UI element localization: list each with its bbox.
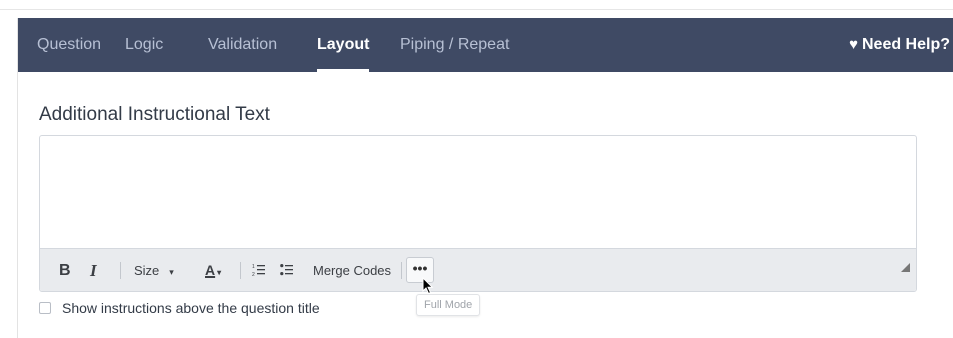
question-editor-panel: Question Logic Validation Layout Piping … xyxy=(17,18,953,338)
show-instructions-label[interactable]: Show instructions above the question tit… xyxy=(62,300,320,316)
editor-toolbar: B I Size ▾ A ▾ 1 2 Merge Codes ••• xyxy=(40,248,916,291)
mouse-pointer-icon xyxy=(422,277,434,295)
font-size-label: Size xyxy=(134,263,160,278)
svg-text:1: 1 xyxy=(252,264,255,270)
unordered-list-glyph xyxy=(280,264,293,276)
toolbar-separator xyxy=(240,262,241,279)
tab-question[interactable]: Question xyxy=(37,18,101,72)
tab-piping-repeat[interactable]: Piping / Repeat xyxy=(400,18,509,72)
heart-icon: ♥ xyxy=(849,36,858,53)
font-size-dropdown[interactable]: Size ▾ xyxy=(134,249,174,291)
toolbar-separator xyxy=(401,262,402,279)
section-title: Additional Instructional Text xyxy=(39,104,270,125)
full-mode-tooltip: Full Mode xyxy=(416,294,481,316)
chevron-down-icon: ▾ xyxy=(169,267,174,277)
bold-button[interactable]: B xyxy=(59,249,71,291)
svg-text:2: 2 xyxy=(252,272,255,278)
toolbar-separator xyxy=(120,262,121,279)
font-color-dropdown[interactable]: A ▾ xyxy=(205,249,222,291)
need-help-link[interactable]: ♥ Need Help? xyxy=(849,18,950,72)
ordered-list-icon[interactable]: 1 2 xyxy=(252,249,266,291)
top-divider xyxy=(0,9,953,10)
chevron-down-icon: ▾ xyxy=(217,268,222,277)
rich-text-editor: B I Size ▾ A ▾ 1 2 Merge Codes ••• xyxy=(39,135,917,292)
ordered-list-glyph: 1 2 xyxy=(252,264,265,278)
italic-button[interactable]: I xyxy=(90,249,97,291)
show-instructions-checkbox[interactable] xyxy=(39,302,51,314)
resize-handle-icon[interactable] xyxy=(901,263,910,272)
unordered-list-icon[interactable] xyxy=(280,249,294,291)
tab-validation[interactable]: Validation xyxy=(208,18,277,72)
font-color-icon: A xyxy=(205,262,216,278)
merge-codes-button[interactable]: Merge Codes xyxy=(313,249,391,291)
editor-text-area[interactable] xyxy=(40,136,916,248)
tab-logic[interactable]: Logic xyxy=(125,18,163,72)
tab-layout[interactable]: Layout xyxy=(317,18,370,72)
tab-bar: Question Logic Validation Layout Piping … xyxy=(18,18,953,72)
need-help-label: Need Help? xyxy=(861,36,950,53)
